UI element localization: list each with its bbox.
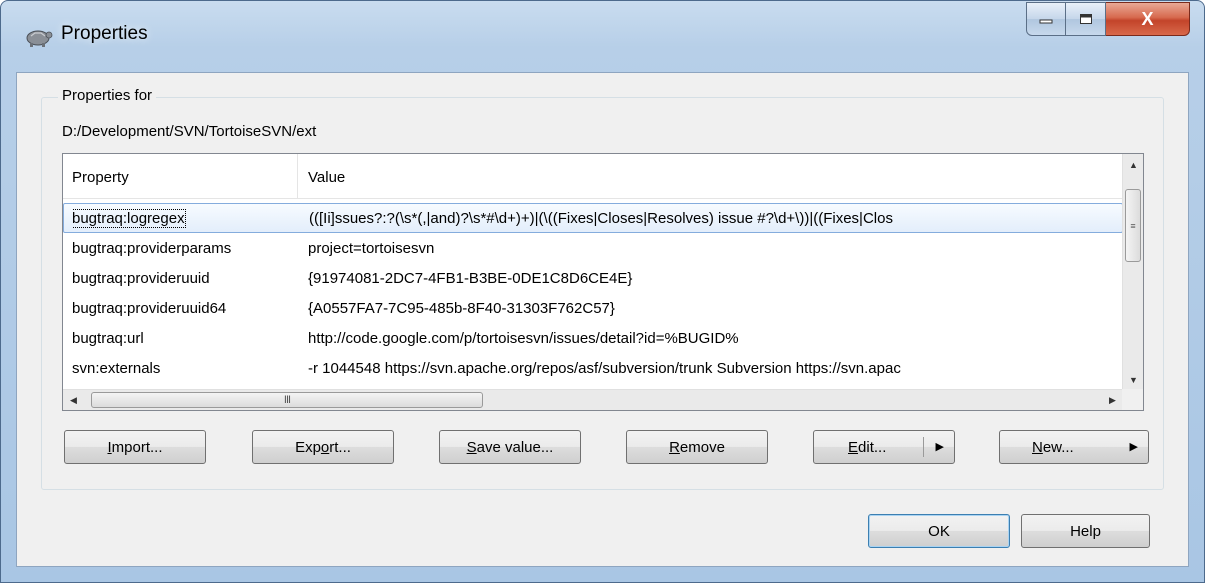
window-controls: X — [1026, 2, 1190, 36]
row-value: {91974081-2DC7-4FB1-B3BE-0DE1C8D6CE4E} — [308, 270, 633, 287]
button-label: emove — [679, 438, 725, 456]
row-property: bugtraq:url — [72, 330, 144, 347]
list-row[interactable]: bugtraq:provideruuid64 {A0557FA7-7C95-48… — [63, 294, 1123, 324]
scroll-right-icon[interactable]: ▶ — [1102, 390, 1123, 410]
vertical-scrollbar[interactable]: ▲ ≡ ▼ — [1122, 154, 1143, 390]
edit-split-button[interactable]: Edit... ▶ — [813, 430, 955, 464]
target-path-label: D:/Development/SVN/TortoiseSVN/ext — [62, 123, 317, 140]
accelerator-key: o — [320, 438, 330, 456]
scroll-up-icon[interactable]: ▲ — [1123, 154, 1143, 175]
column-header-property[interactable]: Property — [63, 154, 298, 199]
vertical-scroll-thumb[interactable]: ≡ — [1125, 189, 1141, 262]
accelerator-key: S — [466, 438, 477, 456]
row-property: bugtraq:provideruuid64 — [72, 300, 227, 317]
split-divider — [923, 437, 924, 457]
new-split-button[interactable]: New... ▶ — [999, 430, 1149, 464]
list-row[interactable]: bugtraq:provideruuid {91974081-2DC7-4FB1… — [63, 264, 1123, 294]
button-label: ave value... — [476, 438, 554, 456]
list-rows: bugtraq:logregex (([Ii]ssues?:?(\s*(,|an… — [63, 200, 1123, 376]
accelerator-key: E — [848, 438, 859, 456]
maximize-icon — [1079, 14, 1092, 24]
row-property: bugtraq:logregex — [72, 209, 186, 228]
row-value: http://code.google.com/p/tortoisesvn/iss… — [308, 330, 739, 347]
list-row[interactable]: svn:externals -r 1044548 https://svn.apa… — [63, 354, 1123, 376]
button-label: dit... — [858, 438, 887, 456]
scrollbar-corner — [1122, 389, 1143, 410]
horizontal-scrollbar[interactable]: ◀ III ▶ — [63, 389, 1123, 410]
tortoise-svn-icon — [26, 30, 53, 47]
horizontal-scroll-thumb[interactable]: III — [91, 392, 483, 408]
save-value-button[interactable]: Save value... — [439, 430, 581, 464]
properties-window: Properties X Properties for D:/Developme… — [0, 0, 1205, 583]
row-value: project=tortoisesvn — [308, 240, 435, 257]
accelerator-key: N — [1032, 438, 1043, 456]
properties-list[interactable]: Property Value bugtraq:logregex (([Ii]ss… — [62, 153, 1144, 411]
export-button[interactable]: Exp o rt... — [252, 430, 394, 464]
remove-button[interactable]: Remove — [626, 430, 768, 464]
column-header-value[interactable]: Value — [299, 154, 1123, 199]
dialog-client-area: Properties for D:/Development/SVN/Tortoi… — [16, 72, 1189, 567]
close-button[interactable]: X — [1106, 2, 1190, 36]
list-header: Property Value — [63, 154, 1123, 199]
row-value: -r 1044548 https://svn.apache.org/repos/… — [308, 360, 901, 376]
groupbox-legend: Properties for — [58, 87, 157, 104]
grip-icon: III — [283, 394, 291, 406]
list-row[interactable]: bugtraq:providerparams project=tortoises… — [63, 234, 1123, 264]
minimize-icon — [1039, 19, 1053, 24]
list-row-selected[interactable]: bugtraq:logregex (([Ii]ssues?:?(\s*(,|an… — [63, 203, 1123, 233]
maximize-button[interactable] — [1066, 2, 1106, 36]
button-label: ew... — [1042, 438, 1074, 456]
dropdown-arrow-icon[interactable]: ▶ — [936, 440, 944, 453]
close-icon: X — [1141, 8, 1154, 29]
row-property: svn:externals — [72, 360, 161, 376]
list-row[interactable]: bugtraq:url http://code.google.com/p/tor… — [63, 324, 1123, 354]
button-label: Exp — [295, 438, 321, 456]
button-label: OK — [928, 522, 950, 540]
button-label: Help — [1070, 522, 1101, 540]
accelerator-key: R — [669, 438, 680, 456]
row-property: bugtraq:provideruuid — [72, 270, 210, 287]
import-button[interactable]: Import... — [64, 430, 206, 464]
row-property: bugtraq:providerparams — [72, 240, 232, 257]
row-value: (([Ii]ssues?:?(\s*(,|and)?\s*#\d+)+)|(\(… — [309, 210, 893, 227]
dropdown-arrow-icon[interactable]: ▶ — [1130, 440, 1138, 453]
button-label: mport... — [111, 438, 163, 456]
scroll-down-icon[interactable]: ▼ — [1123, 369, 1143, 390]
window-title: Properties — [61, 23, 148, 44]
help-button[interactable]: Help — [1021, 514, 1150, 548]
title-bar[interactable]: Properties X — [1, 1, 1204, 71]
button-label: rt... — [329, 438, 351, 456]
row-value: {A0557FA7-7C95-485b-8F40-31303F762C57} — [308, 300, 615, 317]
minimize-button[interactable] — [1026, 2, 1066, 36]
scroll-left-icon[interactable]: ◀ — [63, 390, 84, 410]
ok-button[interactable]: OK — [868, 514, 1010, 548]
grip-icon: ≡ — [1130, 220, 1136, 231]
